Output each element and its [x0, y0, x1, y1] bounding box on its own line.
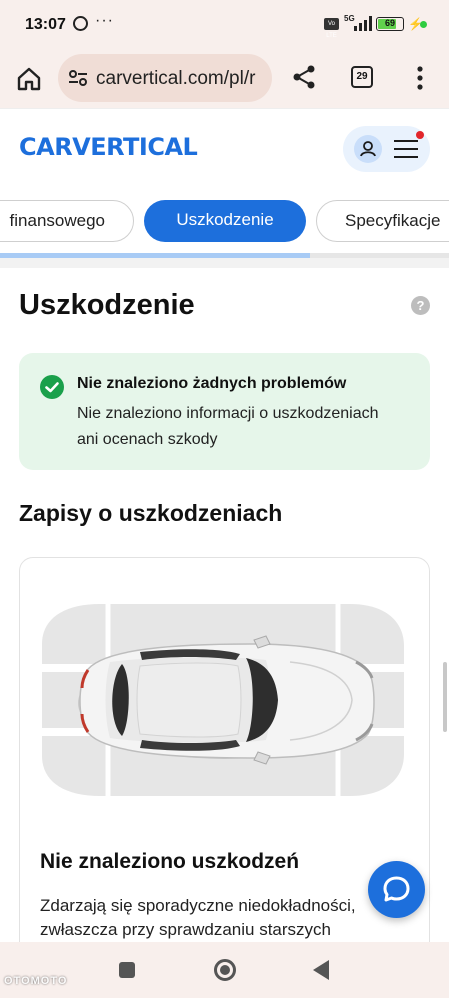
section-tabs: finansowego Uszkodzenie Specyfikacje [0, 186, 449, 256]
alert-description: Nie znaleziono informacji o uszkodzeniac… [77, 405, 379, 448]
otomoto-watermark: OTOMOTO [4, 975, 68, 987]
section-divider [0, 258, 449, 268]
damage-records-heading: Zapisy o uszkodzeniach [19, 500, 283, 526]
whatsapp-icon [73, 16, 88, 31]
check-circle-icon [40, 375, 64, 399]
status-time: 13:07 [25, 16, 66, 33]
chat-button[interactable] [368, 861, 425, 918]
signal-icon: 5G [344, 14, 372, 32]
zone-front-right [338, 604, 404, 664]
chat-bubble-icon[interactable] [368, 861, 425, 918]
notification-dot [416, 131, 424, 139]
address-bar[interactable]: carvertical.com/pl/r [58, 54, 272, 102]
car-damage-diagram [40, 602, 407, 798]
site-header: CARVERTICAL [0, 108, 449, 187]
tab-finansowego[interactable]: finansowego [0, 200, 134, 242]
site-settings-icon[interactable] [68, 69, 88, 87]
share-icon[interactable] [291, 64, 317, 90]
alert-title: Nie znaleziono żadnych problemów [77, 375, 347, 392]
tab-specyfikacje[interactable]: Specyfikacje [316, 200, 449, 242]
car-top-view [78, 635, 375, 765]
system-navigation-bar [0, 942, 449, 998]
zone-front-left [42, 604, 110, 664]
browser-toolbar: carvertical.com/pl/r 29 [0, 52, 449, 108]
home-button-icon[interactable] [214, 959, 236, 981]
hamburger-menu-icon[interactable] [393, 139, 419, 159]
battery-icon: 69 [376, 17, 404, 31]
user-icon[interactable] [354, 135, 382, 163]
status-bar: 13:07 ··· Vo LTE 5G 69 ⚡ [0, 0, 449, 52]
battery-level: 69 [384, 18, 395, 28]
help-icon[interactable]: ? [411, 296, 430, 315]
home-icon[interactable] [16, 66, 42, 92]
volte-icon: Vo LTE [324, 18, 339, 39]
account-menu-button[interactable] [343, 126, 430, 172]
carvertical-logo[interactable]: CARVERTICAL [19, 133, 198, 161]
more-notifications-icon: ··· [95, 12, 114, 29]
privacy-indicator-icon [420, 21, 427, 28]
zone-rear-left [42, 736, 110, 796]
accuracy-note: Zdarzają się sporadyczne niedokładności,… [40, 896, 356, 939]
page-title: Uszkodzenie [19, 289, 195, 321]
tab-uszkodzenie[interactable]: Uszkodzenie [144, 200, 306, 242]
no-problems-alert: Nie znaleziono żadnych problemów Nie zna… [19, 353, 430, 470]
page-scrollbar[interactable] [443, 662, 447, 732]
back-icon[interactable] [313, 960, 329, 980]
more-options-icon[interactable] [412, 64, 428, 92]
tab-switcher-button[interactable]: 29 [351, 66, 373, 88]
recent-apps-icon[interactable] [119, 962, 135, 978]
url-text: carvertical.com/pl/r [96, 68, 256, 89]
no-damage-title: Nie znaleziono uszkodzeń [40, 850, 300, 873]
